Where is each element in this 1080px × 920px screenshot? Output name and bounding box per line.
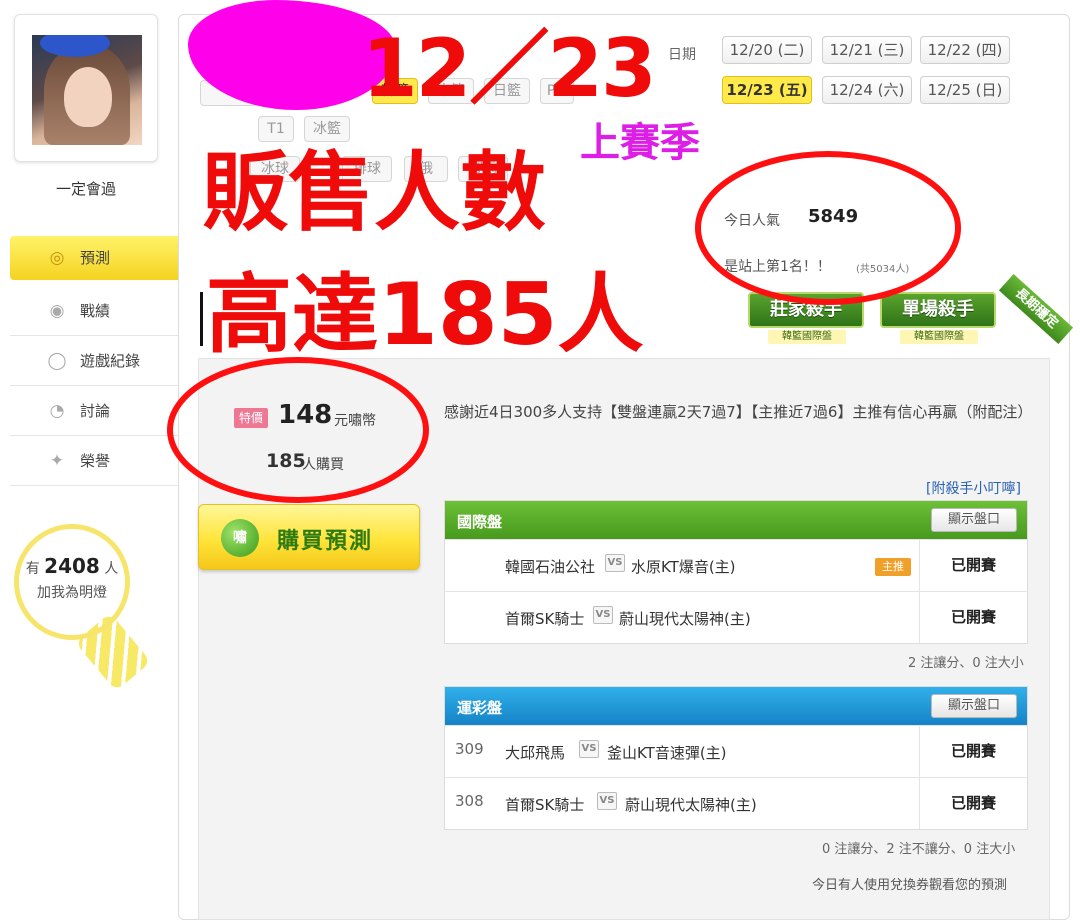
fans-lightbulb[interactable]: 有 2408 人 加我為明燈: [14, 524, 152, 692]
badge-single-killer-sub: 韓籃國際盤: [900, 330, 978, 344]
killer-tips-link[interactable]: [附殺手小叮嚀]: [926, 478, 1021, 498]
prediction-description: 感謝近4日300多人支持【雙盤連贏2天7過7】【主推近7過6】主推有信心再贏（附…: [444, 403, 1033, 421]
buy-prediction-label: 購買預測: [277, 529, 374, 554]
avatar[interactable]: [32, 35, 142, 145]
voucher-note: 今日有人使用兌換券觀看您的預測: [812, 878, 1008, 893]
popularity-value: 5849: [808, 206, 859, 227]
home-team: 首爾SK騎士: [505, 796, 585, 814]
page: 一定會過 ◎ 預測 ◉ 戰績 ◯ 遊戲紀錄 ◔ 討論 ✦ 榮譽 有 2408 人: [0, 0, 1080, 920]
fans-number: 2408: [44, 554, 100, 578]
game-status: 已開賽: [919, 540, 1027, 591]
international-summary: 2 注讓分、0 注大小: [908, 656, 1024, 671]
game-status: 已開賽: [919, 726, 1027, 777]
target-icon: ◎: [49, 248, 65, 268]
badge-bookmaker-killer: 莊家殺手: [748, 292, 864, 328]
show-odds-button[interactable]: 顯示盤口: [931, 694, 1017, 718]
date-button[interactable]: 12/25 (日): [920, 76, 1010, 104]
game-number: 309: [455, 740, 484, 758]
away-team: 蔚山現代太陽神(主): [619, 610, 751, 628]
sale-tag: 特價: [234, 408, 268, 428]
date-button[interactable]: 12/20 (二): [722, 36, 812, 64]
lottery-table: 運彩盤 顯示盤口 309 大邱飛馬 VS 釜山KT音速彈(主) 已開賽 308 …: [444, 686, 1028, 830]
username[interactable]: 一定會過: [14, 178, 158, 199]
vs-icon: VS: [597, 792, 617, 810]
away-team: 蔚山現代太陽神(主): [625, 796, 757, 814]
buyers-unit: 人購買: [302, 457, 344, 473]
international-table: 國際盤 顯示盤口 韓國石油公社 VS 水原KT爆音(主) 主推 已開賽 首爾SK…: [444, 500, 1028, 644]
vs-icon: VS: [605, 554, 625, 572]
side-nav: ◎ 預測 ◉ 戰績 ◯ 遊戲紀錄 ◔ 討論 ✦ 榮譽: [10, 236, 198, 486]
discussion-icon: ◔: [49, 401, 65, 421]
record-icon: ◉: [49, 301, 65, 321]
table-row[interactable]: 韓國石油公社 VS 水原KT爆音(主) 主推 已開賽: [445, 539, 1027, 591]
coin-icon: 嘯: [221, 519, 259, 557]
vs-icon: VS: [579, 740, 599, 758]
nav-item-label: 討論: [80, 402, 111, 420]
annotation-season: 上賽季: [580, 120, 700, 166]
show-odds-button[interactable]: 顯示盤口: [931, 508, 1017, 532]
honor-icon: ✦: [49, 451, 65, 471]
badge-bookmaker-killer-sub: 韓籃國際盤: [768, 330, 846, 344]
price-box: 特價 148 元嘯幣 185 人購買: [198, 378, 420, 488]
text-cursor: [200, 292, 203, 346]
rank-text: 是站上第1名！！: [724, 259, 831, 275]
history-icon: ◯: [47, 351, 67, 371]
annotation-sales-line1: 販售人數: [202, 143, 546, 243]
table-row[interactable]: 309 大邱飛馬 VS 釜山KT音速彈(主) 已開賽: [445, 725, 1027, 777]
game-status: 已開賽: [919, 778, 1027, 829]
buy-prediction-button[interactable]: 嘯 購買預測: [198, 504, 420, 570]
date-button-selected[interactable]: 12/23 (五): [722, 76, 812, 104]
badge-single-killer: 單場殺手: [880, 292, 996, 328]
table-row[interactable]: 308 首爾SK騎士 VS 蔚山現代太陽神(主) 已開賽: [445, 777, 1027, 829]
price-amount: 148: [278, 400, 333, 430]
international-title: 國際盤: [457, 513, 503, 531]
nav-item-predict[interactable]: ◎ 預測: [10, 236, 198, 280]
away-team: 水原KT爆音(主): [631, 558, 736, 576]
rank-note: (共5034人): [856, 264, 910, 275]
date-button[interactable]: 12/22 (四): [920, 36, 1010, 64]
nav-item-label: 戰績: [80, 302, 111, 320]
lottery-summary: 0 注讓分、2 注不讓分、0 注大小: [822, 842, 1016, 857]
price-unit: 元嘯幣: [334, 413, 376, 429]
fans-suffix: 人: [104, 561, 119, 577]
fans-prefix: 有: [25, 561, 40, 577]
main-pick-badge: 主推: [875, 558, 911, 576]
avatar-face: [64, 67, 112, 127]
annotation-sales-line2: 高達185人: [206, 265, 644, 365]
home-team: 首爾SK騎士: [505, 610, 585, 628]
popularity-label: 今日人氣: [724, 213, 780, 229]
fans-count: 有 2408 人: [14, 554, 130, 578]
annotation-date: 12／23: [362, 22, 657, 115]
date-button[interactable]: 12/21 (三): [822, 36, 912, 64]
date-label: 日期: [668, 47, 696, 63]
international-header: 國際盤 顯示盤口: [445, 501, 1027, 539]
nav-item-record[interactable]: ◉ 戰績: [10, 286, 188, 336]
nav-item-label: 遊戲紀錄: [80, 352, 141, 370]
home-team: 韓國石油公社: [505, 558, 596, 576]
lottery-header: 運彩盤 顯示盤口: [445, 687, 1027, 725]
nav-item-honor[interactable]: ✦ 榮譽: [10, 436, 188, 486]
table-row[interactable]: 首爾SK騎士 VS 蔚山現代太陽神(主) 已開賽: [445, 591, 1027, 643]
vs-icon: VS: [593, 606, 613, 624]
date-button[interactable]: 12/24 (六): [822, 76, 912, 104]
away-team: 釜山KT音速彈(主): [607, 744, 727, 762]
game-status: 已開賽: [919, 592, 1027, 643]
profile-card[interactable]: [14, 14, 158, 162]
follow-text[interactable]: 加我為明燈: [14, 582, 130, 602]
buyers-count: 185: [266, 450, 306, 472]
nav-item-discussion[interactable]: ◔ 討論: [10, 386, 188, 436]
lottery-title: 運彩盤: [457, 699, 503, 717]
game-number: 308: [455, 792, 484, 810]
nav-item-label: 榮譽: [80, 452, 111, 470]
nav-item-history[interactable]: ◯ 遊戲紀錄: [10, 336, 188, 386]
home-team: 大邱飛馬: [505, 744, 566, 762]
nav-item-label: 預測: [80, 249, 111, 267]
